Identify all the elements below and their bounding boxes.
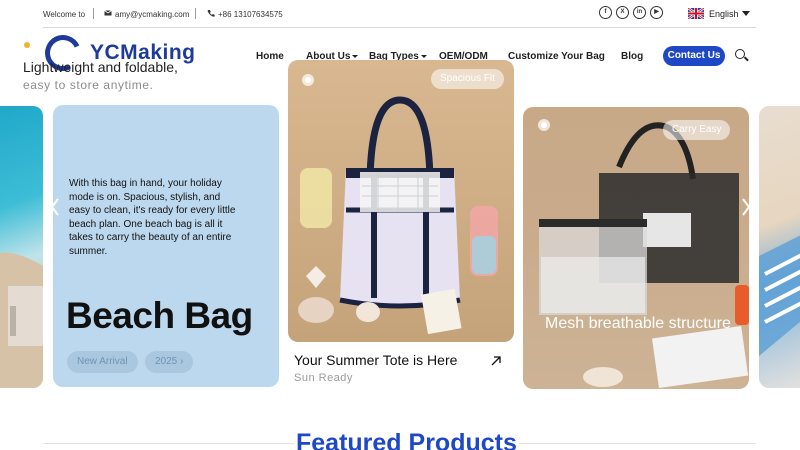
new-arrival-pill[interactable]: New Arrival [67,351,138,373]
featured-products-heading: Featured Products [294,429,519,450]
tote-bag-image [298,96,498,335]
card-title: Beach Bag [66,295,253,336]
nav-home[interactable]: Home [256,51,284,62]
sun-icon [24,42,30,48]
mesh-bags-image [539,122,749,389]
top-bar: Welcome to amy@ycmaking.com +86 13107634… [0,0,800,28]
mesh-caption: Mesh breathable structure [545,315,731,332]
email-link[interactable]: amy@ycmaking.com [115,10,189,19]
youtube-icon[interactable]: ▶ [650,6,663,19]
nav-blog[interactable]: Blog [621,51,643,62]
spacious-fit-tag: Spacious Fit [431,69,505,89]
chevron-down-icon[interactable] [742,11,750,16]
carry-easy-tag: Carry Easy [663,120,731,140]
phone-icon [207,10,215,17]
chevron-right-icon[interactable] [741,198,751,216]
search-icon[interactable] [735,49,745,59]
page: Welcome to amy@ycmaking.com +86 13107634… [0,0,800,450]
language-selector[interactable]: English [709,9,739,19]
facebook-icon[interactable]: f [599,6,612,19]
phone-link[interactable]: +86 13107634575 [218,10,283,19]
chevron-down-icon[interactable] [352,55,358,58]
tote-card-title[interactable]: Your Summer Tote is Here [294,352,457,368]
chevron-down-icon[interactable] [421,55,427,58]
slide-dot[interactable] [538,119,550,131]
divider [43,27,756,28]
year-pill[interactable]: 2025 › [145,351,194,373]
slide-dot[interactable] [302,74,314,86]
arrow-up-right-icon[interactable] [490,355,502,367]
x-icon[interactable]: X [616,6,629,19]
tote-card-subtitle: Sun Ready [294,372,353,384]
divider [195,8,196,19]
linkedin-icon[interactable]: in [633,6,646,19]
nav-customize-your-bag[interactable]: Customize Your Bag [508,51,605,62]
hero-subline: easy to store anytime. [23,78,154,92]
divider [93,8,94,19]
hero-headline: Lightweight and foldable, [23,59,178,75]
card-description: With this bag in hand, your holiday mode… [69,178,236,257]
beach-photo-left[interactable] [0,106,43,388]
mesh-bag-card[interactable]: Carry Easy Mesh breathable structure [523,107,749,389]
summer-tote-card[interactable]: Spacious Fit [288,60,514,342]
beach-photo-right[interactable] [759,106,800,388]
uk-flag-icon[interactable] [688,8,704,19]
welcome-text: Welcome to [43,10,86,19]
contact-us-button[interactable]: Contact Us [663,46,725,66]
chevron-left-icon[interactable] [50,198,60,216]
beach-bag-card[interactable]: With this bag in hand, your holiday mode… [53,105,279,387]
mail-icon [104,10,112,16]
